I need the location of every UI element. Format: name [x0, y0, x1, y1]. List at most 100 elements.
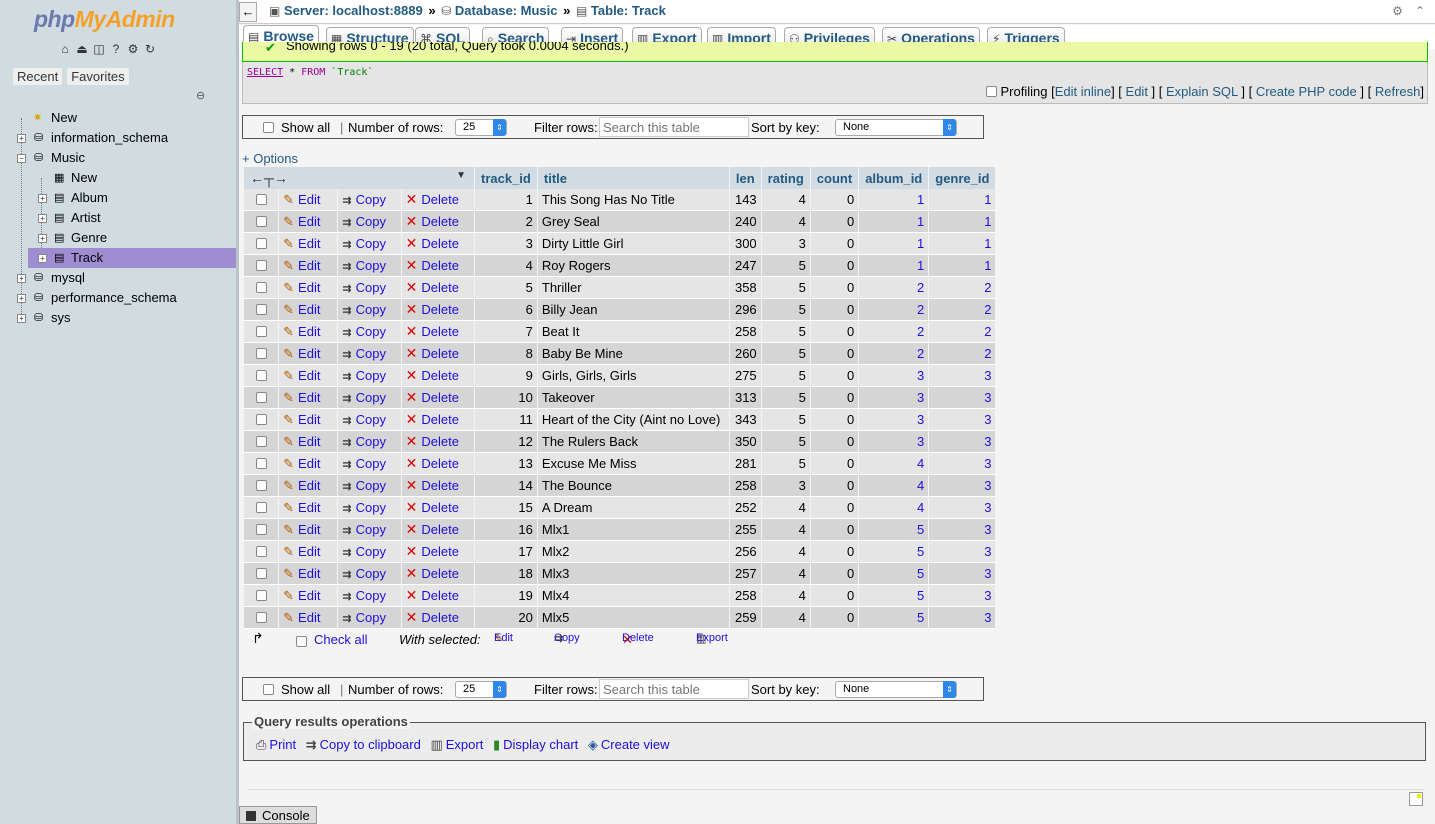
- cell-rating[interactable]: 4: [761, 497, 810, 519]
- cell-len[interactable]: 258: [729, 585, 761, 607]
- tree-item-music[interactable]: − ⛁ Music: [0, 148, 236, 168]
- row-edit[interactable]: ✎ Edit: [279, 321, 338, 343]
- row-edit[interactable]: ✎ Edit: [279, 475, 338, 497]
- cell-genre-id[interactable]: 1: [929, 233, 996, 255]
- cell-track-id[interactable]: 12: [475, 431, 537, 453]
- row-edit[interactable]: ✎ Edit: [279, 365, 338, 387]
- cell-album-id[interactable]: 2: [859, 299, 929, 321]
- reload-icon[interactable]: ↻: [143, 42, 157, 56]
- cell-rating[interactable]: 4: [761, 211, 810, 233]
- cell-count[interactable]: 0: [810, 211, 859, 233]
- row-edit[interactable]: ✎ Edit: [279, 189, 338, 211]
- cell-title[interactable]: Heart of the City (Aint no Love): [537, 409, 729, 431]
- cell-title[interactable]: Thriller: [537, 277, 729, 299]
- cell-count[interactable]: 0: [810, 607, 859, 629]
- cell-title[interactable]: The Bounce: [537, 475, 729, 497]
- cell-album-id[interactable]: 5: [859, 585, 929, 607]
- row-checkbox[interactable]: [255, 502, 267, 513]
- row-edit[interactable]: ✎ Edit: [279, 211, 338, 233]
- cell-genre-id[interactable]: 3: [929, 519, 996, 541]
- row-copy[interactable]: ⇉ Copy: [338, 497, 401, 519]
- cell-track-id[interactable]: 2: [475, 211, 537, 233]
- cell-title[interactable]: A Dream: [537, 497, 729, 519]
- favorites-tab[interactable]: Favorites: [67, 68, 129, 85]
- expand-icon[interactable]: +: [17, 294, 26, 303]
- home-icon[interactable]: ⌂: [58, 42, 72, 56]
- row-edit[interactable]: ✎ Edit: [279, 585, 338, 607]
- cell-album-id[interactable]: 5: [859, 541, 929, 563]
- cell-count[interactable]: 0: [810, 233, 859, 255]
- row-edit[interactable]: ✎ Edit: [279, 255, 338, 277]
- cell-title[interactable]: Billy Jean: [537, 299, 729, 321]
- cell-len[interactable]: 281: [729, 453, 761, 475]
- cell-genre-id[interactable]: 3: [929, 607, 996, 629]
- tree-item-genre[interactable]: + ▤ Genre: [0, 228, 236, 248]
- cell-len[interactable]: 247: [729, 255, 761, 277]
- row-delete[interactable]: ✕ Delete: [401, 431, 474, 453]
- notepad-icon[interactable]: [1409, 792, 1423, 806]
- row-delete[interactable]: ✕ Delete: [401, 475, 474, 497]
- cell-rating[interactable]: 5: [761, 277, 810, 299]
- row-delete[interactable]: ✕ Delete: [401, 233, 474, 255]
- row-copy[interactable]: ⇉ Copy: [338, 277, 401, 299]
- row-checkbox[interactable]: [255, 282, 267, 293]
- show-all-checkbox[interactable]: [263, 684, 274, 695]
- cell-track-id[interactable]: 6: [475, 299, 537, 321]
- cell-len[interactable]: 256: [729, 541, 761, 563]
- row-delete[interactable]: ✕ Delete: [401, 497, 474, 519]
- row-checkbox[interactable]: [255, 568, 267, 579]
- column-header-title[interactable]: title: [537, 167, 729, 189]
- cell-track-id[interactable]: 10: [475, 387, 537, 409]
- row-checkbox[interactable]: [255, 392, 267, 403]
- profiling-checkbox[interactable]: [985, 86, 997, 97]
- row-delete[interactable]: ✕ Delete: [401, 343, 474, 365]
- cell-rating[interactable]: 4: [761, 585, 810, 607]
- row-delete[interactable]: ✕ Delete: [401, 453, 474, 475]
- cell-rating[interactable]: 5: [761, 409, 810, 431]
- refresh-link[interactable]: Refresh: [1375, 84, 1421, 99]
- cell-album-id[interactable]: 1: [859, 233, 929, 255]
- cell-track-id[interactable]: 1: [475, 189, 537, 211]
- row-checkbox[interactable]: [255, 348, 267, 359]
- cell-genre-id[interactable]: 3: [929, 431, 996, 453]
- row-copy[interactable]: ⇉ Copy: [338, 365, 401, 387]
- cell-len[interactable]: 358: [729, 277, 761, 299]
- display-chart-link[interactable]: ▮ Display chart: [493, 737, 578, 752]
- row-delete[interactable]: ✕ Delete: [401, 365, 474, 387]
- row-checkbox[interactable]: [255, 238, 267, 249]
- row-checkbox[interactable]: [255, 612, 267, 623]
- cell-album-id[interactable]: 2: [859, 321, 929, 343]
- row-edit[interactable]: ✎ Edit: [279, 233, 338, 255]
- row-copy[interactable]: ⇉ Copy: [338, 299, 401, 321]
- row-copy[interactable]: ⇉ Copy: [338, 585, 401, 607]
- row-copy[interactable]: ⇉ Copy: [338, 409, 401, 431]
- rows-select[interactable]: 25 ⇕: [455, 681, 507, 698]
- row-copy[interactable]: ⇉ Copy: [338, 453, 401, 475]
- collapse-icon[interactable]: −: [17, 154, 26, 163]
- cell-count[interactable]: 0: [810, 475, 859, 497]
- cell-count[interactable]: 0: [810, 299, 859, 321]
- row-delete[interactable]: ✕ Delete: [401, 299, 474, 321]
- row-checkbox[interactable]: [255, 436, 267, 447]
- cell-genre-id[interactable]: 1: [929, 189, 996, 211]
- row-checkbox[interactable]: [255, 458, 267, 469]
- cell-count[interactable]: 0: [810, 321, 859, 343]
- show-all-checkbox[interactable]: [263, 122, 274, 133]
- cell-len[interactable]: 260: [729, 343, 761, 365]
- cell-track-id[interactable]: 9: [475, 365, 537, 387]
- tree-item-music-new[interactable]: ▦ New: [0, 168, 236, 188]
- tree-item-performance-schema[interactable]: + ⛁ performance_schema: [0, 288, 236, 308]
- cell-title[interactable]: Beat It: [537, 321, 729, 343]
- cell-album-id[interactable]: 2: [859, 343, 929, 365]
- edit-inline-link[interactable]: Edit inline: [1055, 84, 1111, 99]
- collapse-top-icon[interactable]: ⌃: [1415, 4, 1425, 18]
- cell-genre-id[interactable]: 3: [929, 387, 996, 409]
- cell-track-id[interactable]: 17: [475, 541, 537, 563]
- tree-item-track[interactable]: + ▤ Track: [28, 248, 236, 268]
- row-checkbox[interactable]: [255, 480, 267, 491]
- row-edit[interactable]: ✎ Edit: [279, 453, 338, 475]
- cell-rating[interactable]: 3: [761, 233, 810, 255]
- breadcrumb-server[interactable]: Server: localhost:8889: [284, 3, 423, 18]
- cell-rating[interactable]: 5: [761, 343, 810, 365]
- row-checkbox[interactable]: [255, 590, 267, 601]
